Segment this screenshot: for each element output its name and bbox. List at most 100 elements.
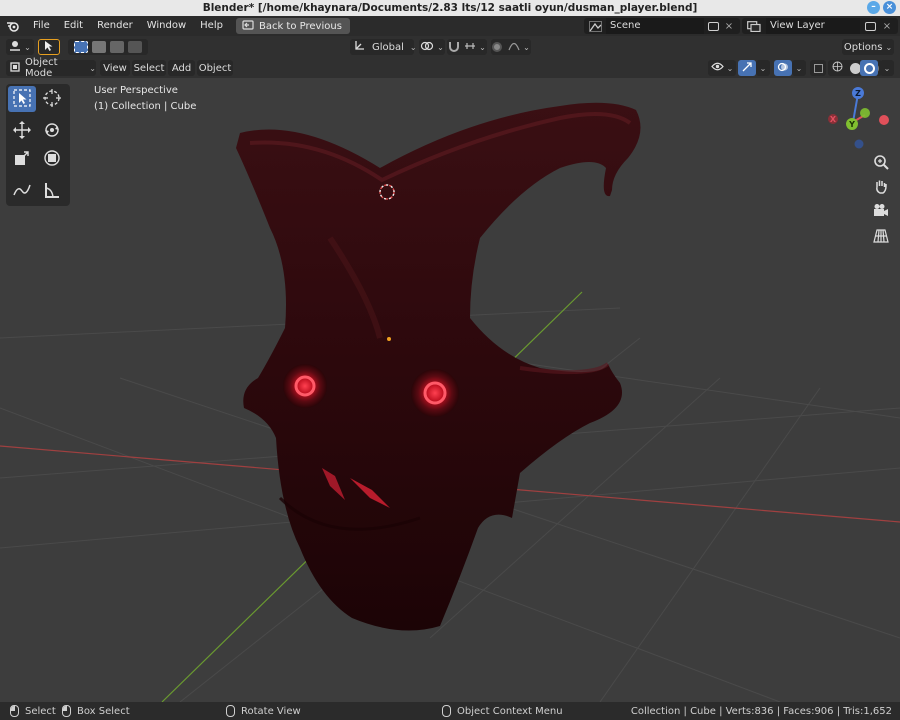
status-box-select-label: Box Select xyxy=(77,705,130,717)
shading-options-dropdown[interactable]: ⌄ xyxy=(880,60,894,76)
mouse-drag-icon xyxy=(62,705,71,717)
3d-viewport[interactable]: User Perspective (1) Collection | Cube Z… xyxy=(0,78,900,702)
new-scene-icon[interactable] xyxy=(704,21,722,31)
scale-tool[interactable] xyxy=(8,146,36,172)
status-bar: Select Box Select Rotate View Object Con… xyxy=(0,702,900,720)
move-tool[interactable] xyxy=(8,118,36,144)
perspective-toggle-button[interactable] xyxy=(870,226,892,248)
snap-magnet-icon[interactable] xyxy=(448,40,460,55)
pivot-icon xyxy=(420,41,434,54)
right-eye xyxy=(411,369,459,417)
back-to-previous-label: Back to Previous xyxy=(258,20,342,32)
measure-icon xyxy=(43,181,61,202)
mouse-middle-icon xyxy=(226,705,235,717)
measure-tool[interactable] xyxy=(38,178,66,204)
gizmo-icon xyxy=(741,61,753,76)
annotate-tool[interactable] xyxy=(8,178,36,204)
scale-icon xyxy=(13,149,31,170)
snap-target-icon[interactable] xyxy=(464,41,476,54)
orientation-icon xyxy=(354,40,366,54)
scene-render xyxy=(0,102,900,702)
blender-logo-icon[interactable] xyxy=(0,20,26,32)
rotate-icon xyxy=(42,120,62,143)
rendered-shading-button[interactable] xyxy=(860,60,878,76)
transform-tool[interactable] xyxy=(38,146,66,172)
gizmo-z-label: Z xyxy=(855,89,861,98)
object-origin xyxy=(387,337,391,341)
back-to-previous-button[interactable]: Back to Previous xyxy=(235,18,350,34)
menu-window[interactable]: Window xyxy=(140,16,193,36)
camera-view-button[interactable] xyxy=(870,200,892,222)
mode-dropdown[interactable]: Object Mode ⌄ xyxy=(6,57,96,79)
mode-label: Object Mode xyxy=(25,57,58,79)
add-menu[interactable]: Add xyxy=(168,60,195,76)
editor-type-dropdown[interactable]: ⌄ xyxy=(6,39,34,55)
3d-cursor-icon xyxy=(42,88,62,111)
select-menu[interactable]: Select xyxy=(132,60,166,76)
minimize-icon[interactable]: – xyxy=(867,1,880,14)
object-menu[interactable]: Object xyxy=(197,60,233,76)
view-layer-name-field[interactable]: View Layer xyxy=(766,18,860,34)
status-select-label: Select xyxy=(25,705,56,717)
options-dropdown[interactable]: Options ⌄ xyxy=(842,39,894,55)
menu-render[interactable]: Render xyxy=(90,16,140,36)
overlay-toggle-button[interactable] xyxy=(774,60,792,76)
mouse-right-icon xyxy=(442,705,451,717)
select-new-icon[interactable] xyxy=(74,41,88,53)
status-context-menu: Object Context Menu xyxy=(442,705,563,717)
navigation-gizmo[interactable]: Z X Y xyxy=(822,84,898,154)
scene-icon xyxy=(584,20,606,32)
select-extend-icon[interactable] xyxy=(92,41,106,53)
solid-shading-icon[interactable] xyxy=(849,62,861,74)
new-view-layer-icon[interactable] xyxy=(860,21,880,31)
cursor-arrow-icon xyxy=(44,40,54,55)
xray-toggle-button[interactable] xyxy=(810,60,826,76)
left-eye xyxy=(283,364,327,408)
grid-perspective-icon xyxy=(873,228,889,246)
rendered-shading-icon xyxy=(863,62,875,74)
view-layer-selector[interactable]: View Layer × xyxy=(742,18,898,34)
window-titlebar: Blender* [/home/khaynara/Documents/2.83 … xyxy=(0,0,900,16)
hand-icon xyxy=(873,178,889,197)
select-box-tool[interactable] xyxy=(8,86,36,112)
menu-edit[interactable]: Edit xyxy=(57,16,90,36)
perspective-label: User Perspective xyxy=(94,85,178,96)
annotate-toolbar xyxy=(6,176,70,206)
menu-file[interactable]: File xyxy=(26,16,57,36)
transform-orientation-dropdown[interactable]: Global ⌄ xyxy=(350,39,417,55)
select-box-icon xyxy=(13,88,31,110)
mask-object xyxy=(236,102,641,631)
status-rotate-view: Rotate View xyxy=(226,705,301,717)
proportional-editing-icon[interactable] xyxy=(492,42,503,52)
scene-name-field[interactable]: Scene xyxy=(606,18,704,34)
overlay-options-dropdown[interactable]: ⌄ xyxy=(792,60,806,76)
remove-scene-icon[interactable]: × xyxy=(722,21,736,32)
scene-selector[interactable]: Scene × xyxy=(584,18,740,34)
zoom-button[interactable] xyxy=(870,152,892,174)
status-box-select: Box Select xyxy=(62,705,130,717)
view-menu[interactable]: View xyxy=(100,60,130,76)
select-tool-button[interactable] xyxy=(38,39,60,55)
collection-label: (1) Collection | Cube xyxy=(94,101,197,112)
zoom-icon xyxy=(873,154,889,173)
falloff-icon[interactable] xyxy=(508,41,520,54)
wireframe-shading-icon[interactable] xyxy=(832,61,843,75)
pan-button[interactable] xyxy=(870,176,892,198)
rotate-tool[interactable] xyxy=(38,118,66,144)
status-select: Select xyxy=(10,705,56,717)
transform-icon xyxy=(42,148,62,171)
proportional-editing-group: ⌄ xyxy=(491,39,531,55)
visibility-dropdown[interactable]: ⌄ xyxy=(708,60,736,76)
overlay-icon xyxy=(777,61,789,76)
gizmo-options-dropdown[interactable]: ⌄ xyxy=(756,60,770,76)
select-subtract-icon[interactable] xyxy=(110,41,124,53)
move-icon xyxy=(12,120,32,143)
select-intersect-icon[interactable] xyxy=(128,41,142,53)
gizmo-toggle-button[interactable] xyxy=(738,60,756,76)
close-window-icon[interactable]: × xyxy=(883,1,896,14)
pivot-point-dropdown[interactable]: ⌄ xyxy=(419,39,445,55)
cursor-tool[interactable] xyxy=(38,86,66,112)
remove-view-layer-icon[interactable]: × xyxy=(880,21,894,32)
menu-help[interactable]: Help xyxy=(193,16,230,36)
view-layer-icon xyxy=(742,20,766,32)
